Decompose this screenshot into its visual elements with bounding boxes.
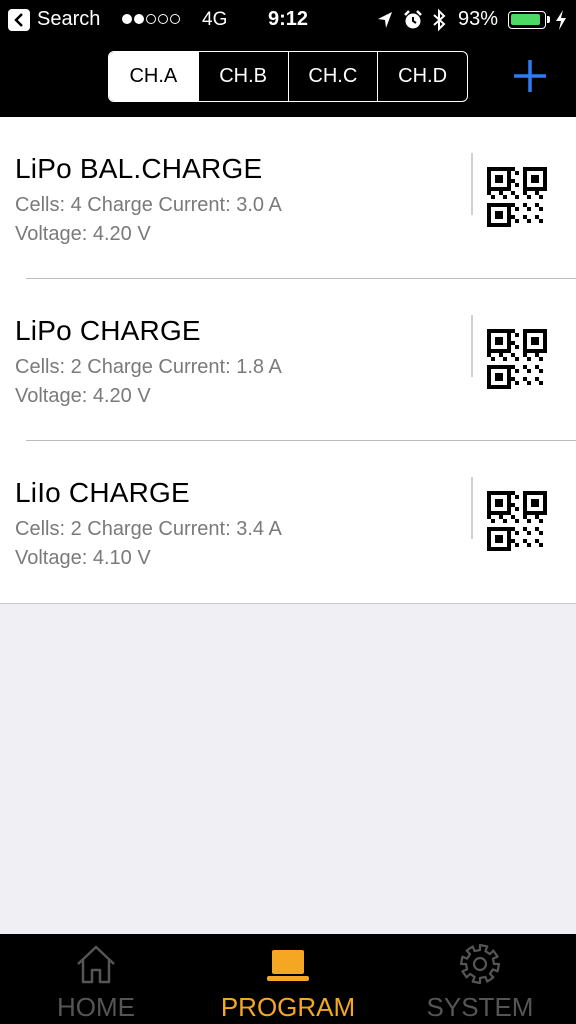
home-icon (77, 945, 115, 984)
channel-tab-a[interactable]: CH.A (109, 52, 198, 101)
tab-program[interactable]: PROGRAM (192, 934, 384, 1024)
tab-home[interactable]: HOME (0, 934, 192, 1024)
program-item[interactable]: LiPo BAL.CHARGE Cells: 4 Charge Current:… (0, 117, 576, 279)
program-cells-current: Cells: 2 Charge Current: 3.4 A (15, 518, 282, 540)
program-title: LiPo CHARGE (15, 315, 201, 346)
channel-tab-c[interactable]: CH.C (287, 52, 378, 101)
channel-selector: CH.A CH.B CH.C CH.D (108, 51, 468, 102)
nav-bar: CH.A CH.B CH.C CH.D (0, 40, 576, 117)
bluetooth-icon (433, 8, 446, 32)
add-program-button[interactable] (510, 56, 550, 96)
tab-bar: HOME PROGRAM SYSTEM (0, 934, 576, 1024)
program-item[interactable]: LiIo CHARGE Cells: 2 Charge Current: 3.4… (0, 441, 576, 603)
charging-bolt-icon (556, 10, 566, 30)
qr-code-icon[interactable] (487, 167, 547, 227)
item-separator (471, 315, 473, 377)
plus-icon (514, 60, 546, 92)
tab-home-label: HOME (57, 992, 135, 1022)
channel-tab-d[interactable]: CH.D (377, 52, 467, 101)
qr-code-icon[interactable] (487, 329, 547, 389)
alarm-clock-icon (404, 10, 422, 29)
item-separator (471, 477, 473, 539)
program-voltage: Voltage: 4.20 V (15, 223, 151, 245)
qr-code-icon[interactable] (487, 491, 547, 551)
item-separator (471, 153, 473, 215)
tab-system-label: SYSTEM (426, 992, 534, 1022)
gear-icon (459, 943, 501, 985)
program-title: LiIo CHARGE (15, 477, 190, 508)
laptop-icon (267, 950, 309, 981)
battery-percent: 93% (458, 8, 499, 30)
program-list: LiPo BAL.CHARGE Cells: 4 Charge Current:… (0, 117, 576, 604)
location-arrow-icon (378, 12, 392, 28)
program-title: LiPo BAL.CHARGE (15, 153, 263, 184)
program-voltage: Voltage: 4.20 V (15, 385, 151, 407)
battery-icon (508, 11, 546, 29)
channel-tab-b[interactable]: CH.B (197, 52, 288, 101)
tab-system[interactable]: SYSTEM (384, 934, 576, 1024)
program-voltage: Voltage: 4.10 V (15, 547, 151, 569)
program-cells-current: Cells: 4 Charge Current: 3.0 A (15, 194, 282, 216)
program-item[interactable]: LiPo CHARGE Cells: 2 Charge Current: 1.8… (0, 279, 576, 441)
tab-program-label: PROGRAM (220, 992, 356, 1022)
status-bar: Search 4G 9:12 93% (0, 0, 576, 40)
program-cells-current: Cells: 2 Charge Current: 1.8 A (15, 356, 282, 378)
